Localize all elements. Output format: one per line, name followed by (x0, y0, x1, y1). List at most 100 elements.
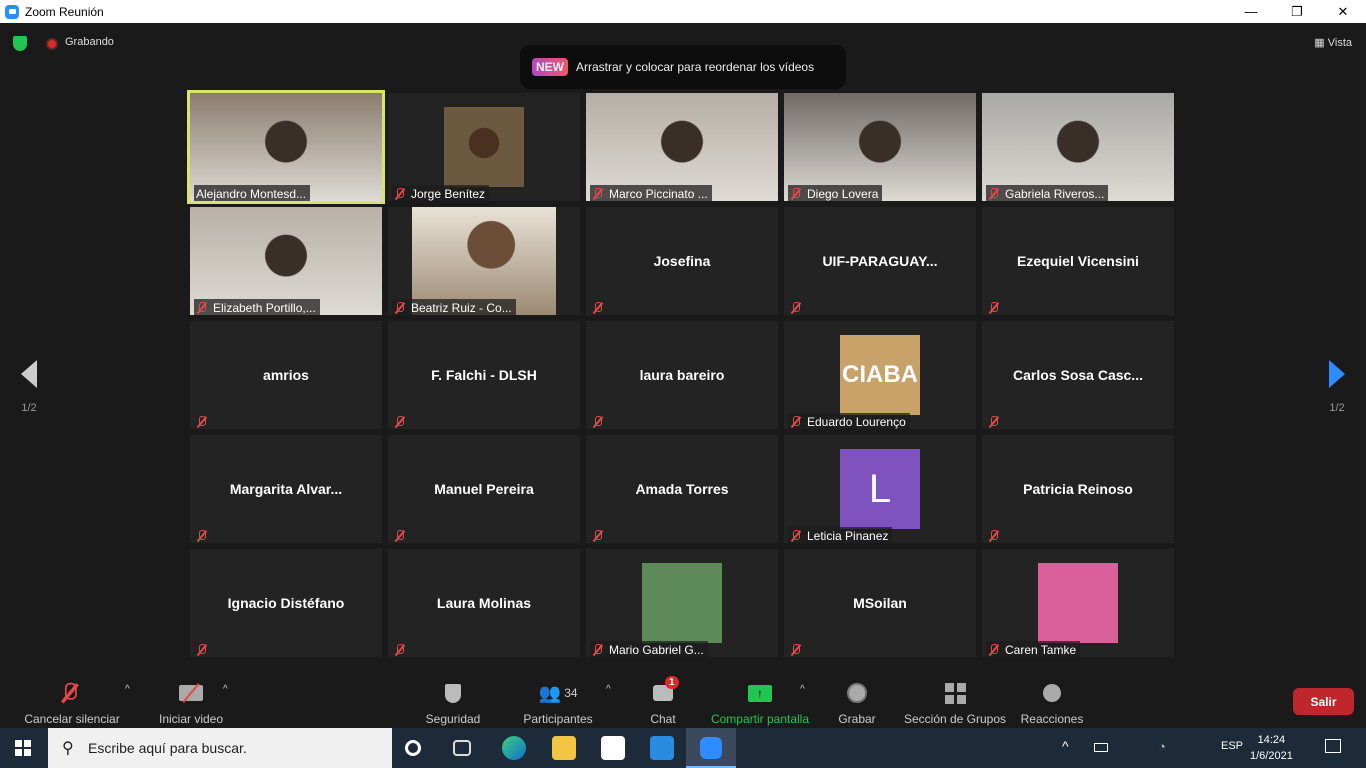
participant-tile[interactable]: CIABA Eduardo Lourenço (784, 321, 976, 429)
participant-tile[interactable]: Mario Gabriel G... (586, 549, 778, 657)
search-icon: ⚲ (62, 740, 74, 757)
file-explorer-icon[interactable] (552, 736, 576, 760)
tip-text: Arrastrar y colocar para reordenar los v… (576, 60, 815, 74)
store-icon[interactable] (601, 736, 625, 760)
muted-mic-icon (592, 643, 604, 656)
breakout-grid-icon (902, 680, 1008, 706)
participant-tile[interactable]: Patricia Reinoso (982, 435, 1174, 543)
mail-icon[interactable] (650, 736, 674, 760)
clock-time: 14:24 (1257, 734, 1286, 746)
chat-badge: 1 (665, 676, 679, 689)
participant-tile[interactable]: amrios (190, 321, 382, 429)
reactions-label: Reacciones (1020, 712, 1084, 726)
name-label: Alejandro Montesd... (194, 185, 311, 201)
task-view-icon[interactable] (453, 740, 471, 756)
participant-name: Ezequiel Vicensini (1017, 253, 1139, 269)
name-label: Caren Tamke (986, 641, 1081, 657)
name-label (788, 641, 811, 657)
name-label (788, 299, 811, 315)
participant-tile[interactable]: Carlos Sosa Casc... (982, 321, 1174, 429)
muted-mic-icon (8, 680, 136, 706)
participant-tile[interactable]: F. Falchi - DLSH (388, 321, 580, 429)
edge-icon[interactable] (502, 736, 526, 760)
name-label (590, 527, 613, 543)
name-label: Mario Gabriel G... (590, 641, 708, 657)
security-button[interactable]: Seguridad (418, 670, 488, 726)
zoom-taskbar-button[interactable] (686, 728, 736, 768)
participant-tile[interactable]: Elizabeth Portillo,... (190, 207, 382, 315)
participant-tile[interactable]: Ignacio Distéfano (190, 549, 382, 657)
wifi-icon[interactable]: ◔ (1158, 739, 1166, 754)
participant-name: UIF-PARAGUAY... (822, 253, 938, 269)
muted-mic-icon (592, 301, 604, 314)
taskbar-search-input[interactable]: ⚲ Escribe aquí para buscar. (48, 728, 392, 768)
video-off-icon (150, 680, 232, 706)
participant-tile[interactable]: Jorge Benítez (388, 93, 580, 201)
participant-name: Mario Gabriel G... (609, 642, 704, 657)
participant-tile[interactable]: Diego Lovera (784, 93, 976, 201)
participant-name: laura bareiro (639, 367, 725, 383)
participant-name: Caren Tamke (1005, 642, 1077, 657)
participant-tile[interactable]: Amada Torres (586, 435, 778, 543)
clock[interactable]: 14:24 1/6/2021 (1250, 732, 1293, 764)
windows-taskbar: ⚲ Escribe aquí para buscar. ^ ◔ ESP 14:2… (0, 728, 1366, 768)
name-label (194, 413, 217, 429)
close-button[interactable]: ✕ (1320, 0, 1366, 23)
participants-icon-wrap: 👥 34 (520, 680, 596, 706)
participant-tile[interactable]: L Leticia Pinanez (784, 435, 976, 543)
participants-button[interactable]: 👥 34 Participantes (520, 670, 596, 727)
recording-label: Grabando (65, 36, 114, 48)
participant-name: amrios (263, 367, 309, 383)
reactions-button[interactable]: Reacciones (1020, 670, 1084, 726)
prev-page-button[interactable]: 1/2 (14, 360, 44, 414)
participant-tile[interactable]: MSoilan (784, 549, 976, 657)
participant-tile[interactable]: Beatriz Ruiz - Co... (388, 207, 580, 315)
start-video-button[interactable]: Iniciar video (150, 670, 232, 726)
participant-tile[interactable]: UIF-PARAGUAY... (784, 207, 976, 315)
breakout-rooms-button[interactable]: Sección de Grupos (902, 670, 1008, 726)
maximize-button[interactable]: ❐ (1274, 0, 1320, 23)
participant-profile-picture (642, 563, 722, 643)
next-page-button[interactable]: 1/2 (1322, 360, 1352, 414)
participant-tile[interactable]: Laura Molinas (388, 549, 580, 657)
muted-mic-icon (196, 415, 208, 428)
show-hidden-icons-caret[interactable]: ^ (1062, 738, 1069, 754)
participants-options-caret[interactable]: ^ (606, 684, 611, 695)
battery-icon[interactable] (1094, 743, 1108, 752)
muted-mic-icon (196, 301, 208, 314)
meeting-toolbar: Cancelar silenciar ahora ^ Iniciar video… (0, 670, 1366, 740)
participant-tile[interactable]: Margarita Alvar... (190, 435, 382, 543)
name-label (392, 527, 415, 543)
participant-tile[interactable]: Manuel Pereira (388, 435, 580, 543)
participant-tile[interactable]: Gabriela Riveros... (982, 93, 1174, 201)
participant-tile[interactable]: Alejandro Montesd... (187, 90, 385, 204)
participant-name: Patricia Reinoso (1023, 481, 1133, 497)
record-icon (834, 680, 880, 706)
view-button[interactable]: ▦ Vista (1314, 36, 1352, 49)
participant-video (444, 107, 524, 187)
participant-tile[interactable]: Josefina (586, 207, 778, 315)
minimize-button[interactable]: — (1228, 0, 1274, 23)
recording-icon (46, 38, 58, 50)
muted-mic-icon (394, 187, 406, 200)
zoom-app-icon (700, 737, 722, 759)
participant-tile[interactable]: Marco Piccinato ... (586, 93, 778, 201)
record-button[interactable]: Grabar (834, 670, 880, 726)
audio-options-caret[interactable]: ^ (125, 684, 130, 695)
start-video-label: Iniciar video (158, 712, 224, 726)
chat-button[interactable]: 1 Chat (645, 670, 681, 726)
video-options-caret[interactable]: ^ (223, 684, 228, 695)
cortana-icon[interactable] (405, 740, 421, 756)
muted-mic-icon (790, 187, 802, 200)
leave-button[interactable]: Salir (1293, 688, 1354, 715)
encryption-shield-icon[interactable] (13, 36, 27, 51)
window-title: Zoom Reunión (25, 4, 104, 19)
windows-start-icon[interactable] (15, 740, 31, 756)
share-screen-button[interactable]: ↑ Compartir pantalla (708, 670, 812, 726)
participant-tile[interactable]: laura bareiro (586, 321, 778, 429)
language-indicator[interactable]: ESP (1221, 740, 1243, 752)
share-options-caret[interactable]: ^ (800, 684, 805, 695)
participant-tile[interactable]: Caren Tamke (982, 549, 1174, 657)
notifications-icon[interactable] (1325, 739, 1341, 753)
participant-tile[interactable]: Ezequiel Vicensini (982, 207, 1174, 315)
